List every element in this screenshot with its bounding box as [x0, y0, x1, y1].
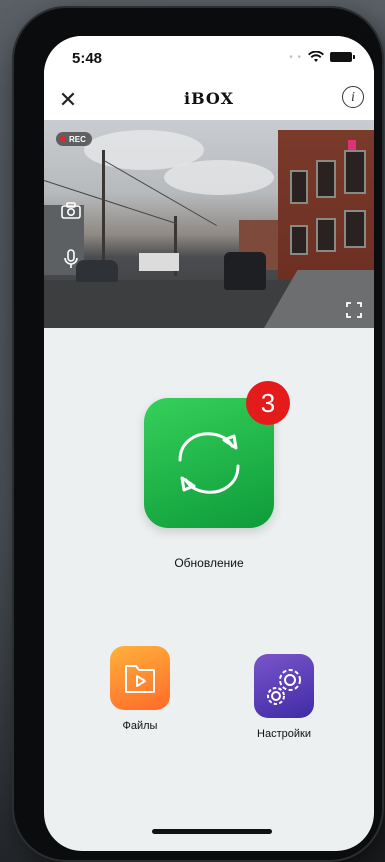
- settings-button[interactable]: [254, 654, 314, 718]
- phone-frame: 5:48 • • ✕ iBOX i REC 3 Обновление Файлы…: [14, 8, 382, 860]
- battery-icon: [330, 52, 355, 62]
- settings-label: Настройки: [257, 728, 311, 740]
- status-icons: • •: [289, 51, 355, 63]
- refresh-icon: [178, 432, 240, 494]
- rec-dot-icon: [60, 136, 66, 142]
- recording-indicator: [348, 140, 356, 150]
- home-indicator[interactable]: [152, 829, 272, 834]
- truck: [139, 253, 179, 271]
- info-button[interactable]: i: [342, 86, 364, 108]
- folder-play-icon: [125, 665, 155, 693]
- microphone-icon[interactable]: [60, 248, 82, 270]
- update-count-badge: 3: [246, 381, 290, 425]
- files-label: Файлы: [122, 720, 158, 732]
- status-bar: 5:48 • •: [44, 36, 374, 80]
- camera-icon[interactable]: [60, 200, 82, 222]
- cloud: [164, 160, 274, 195]
- car-ahead: [224, 252, 266, 290]
- files-button[interactable]: [110, 646, 170, 710]
- phone-screen: 5:48 • • ✕ iBOX i REC 3 Обновление Файлы…: [44, 36, 374, 851]
- camera-live-view[interactable]: REC: [44, 120, 374, 328]
- gears-icon: [267, 669, 301, 705]
- rec-label: REC: [69, 134, 86, 144]
- status-time: 5:48: [72, 50, 103, 67]
- app-header: ✕ iBOX i: [44, 80, 374, 120]
- fullscreen-icon[interactable]: [346, 302, 362, 318]
- parked-car: [76, 260, 118, 282]
- update-label: Обновление: [174, 556, 244, 570]
- wifi-icon: [308, 51, 324, 62]
- app-title: iBOX: [184, 89, 234, 108]
- brick-building: [278, 130, 374, 290]
- signal-dots-icon: • •: [289, 51, 302, 63]
- rec-badge: REC: [56, 132, 92, 146]
